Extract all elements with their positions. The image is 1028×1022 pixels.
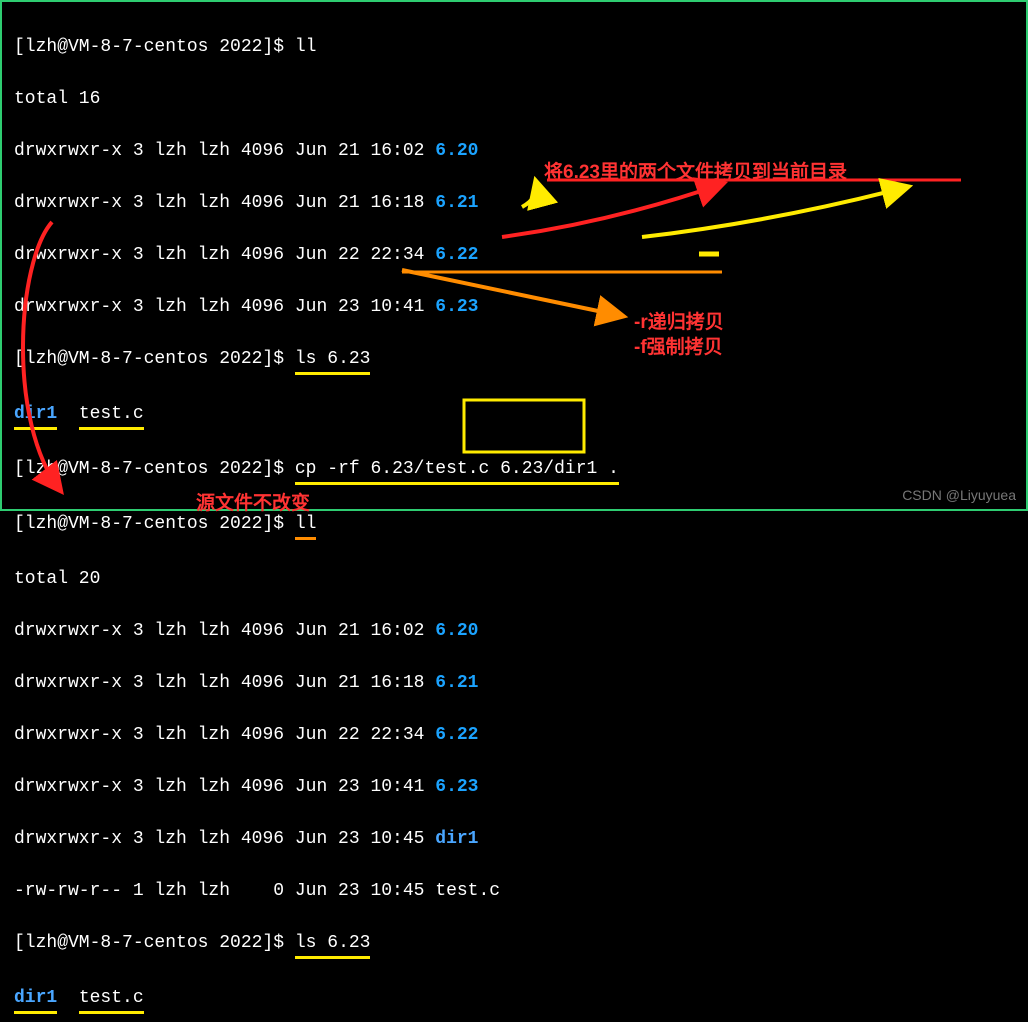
prompt: [lzh@VM-8-7-centos 2022]$ <box>14 933 295 953</box>
prompt-line[interactable]: [lzh@VM-8-7-centos 2022]$ ls 6.23 <box>14 346 1022 375</box>
prompt-line[interactable]: [lzh@VM-8-7-centos 2022]$ ll <box>14 34 1022 60</box>
cmd-ll: ll <box>295 511 317 540</box>
file-row: drwxrwxr-x 3 lzh lzh 4096 Jun 21 16:18 6… <box>14 670 1022 696</box>
ls-output: dir1 test.c <box>14 401 1022 430</box>
file-meta: drwxrwxr-x 3 lzh lzh 4096 Jun 23 10:41 <box>14 777 435 797</box>
file-meta: drwxrwxr-x 3 lzh lzh 4096 Jun 21 16:18 <box>14 673 435 693</box>
total-line: total 20 <box>14 566 1022 592</box>
dir-name: 6.21 <box>435 673 478 693</box>
cmd-cp: cp -rf 6.23/test.c 6.23/dir1 . <box>295 456 619 485</box>
terminal-output: [lzh@VM-8-7-centos 2022]$ ll total 16 dr… <box>2 2 1026 1022</box>
ls-output: dir1 test.c <box>14 985 1022 1014</box>
file-meta: drwxrwxr-x 3 lzh lzh 4096 Jun 21 16:02 <box>14 621 435 641</box>
prompt: [lzh@VM-8-7-centos 2022]$ <box>14 37 295 57</box>
dir-name: 6.21 <box>435 193 478 213</box>
watermark: CSDN @Liyuyuea <box>902 487 1016 503</box>
file-row: drwxrwxr-x 3 lzh lzh 4096 Jun 23 10:45 d… <box>14 826 1022 852</box>
file-row: drwxrwxr-x 3 lzh lzh 4096 Jun 23 10:41 6… <box>14 774 1022 800</box>
prompt: [lzh@VM-8-7-centos 2022]$ <box>14 459 295 479</box>
dir-name: 6.23 <box>435 297 478 317</box>
file-row: drwxrwxr-x 3 lzh lzh 4096 Jun 23 10:41 6… <box>14 294 1022 320</box>
dir-name: 6.20 <box>435 141 478 161</box>
dir1-dir: dir1 <box>14 985 57 1014</box>
file-row: drwxrwxr-x 3 lzh lzh 4096 Jun 21 16:02 6… <box>14 138 1022 164</box>
dir-name: 6.22 <box>435 245 478 265</box>
file-meta: drwxrwxr-x 3 lzh lzh 4096 Jun 23 10:41 <box>14 297 435 317</box>
dir1-dir: dir1 <box>14 401 57 430</box>
prompt: [lzh@VM-8-7-centos 2022]$ <box>14 514 295 534</box>
cmd-ls: ls 6.23 <box>295 346 371 375</box>
file-row: drwxrwxr-x 3 lzh lzh 4096 Jun 21 16:02 6… <box>14 618 1022 644</box>
file-meta: drwxrwxr-x 3 lzh lzh 4096 Jun 21 16:18 <box>14 193 435 213</box>
dir-name: dir1 <box>435 829 478 849</box>
file-meta: drwxrwxr-x 3 lzh lzh 4096 Jun 21 16:02 <box>14 141 435 161</box>
prompt: [lzh@VM-8-7-centos 2022]$ <box>14 349 295 369</box>
cmd-ll: ll <box>295 37 317 57</box>
file-row: drwxrwxr-x 3 lzh lzh 4096 Jun 21 16:18 6… <box>14 190 1022 216</box>
file-meta: drwxrwxr-x 3 lzh lzh 4096 Jun 22 22:34 <box>14 725 435 745</box>
file-meta: -rw-rw-r-- 1 lzh lzh 0 Jun 23 10:45 <box>14 881 435 901</box>
file-row: drwxrwxr-x 3 lzh lzh 4096 Jun 22 22:34 6… <box>14 722 1022 748</box>
file-row: drwxrwxr-x 3 lzh lzh 4096 Jun 22 22:34 6… <box>14 242 1022 268</box>
file-meta: drwxrwxr-x 3 lzh lzh 4096 Jun 23 10:45 <box>14 829 435 849</box>
file-meta: drwxrwxr-x 3 lzh lzh 4096 Jun 22 22:34 <box>14 245 435 265</box>
prompt-line[interactable]: [lzh@VM-8-7-centos 2022]$ ls 6.23 <box>14 930 1022 959</box>
file-name: test.c <box>435 881 500 901</box>
testc-file: test.c <box>79 985 144 1014</box>
file-row: -rw-rw-r-- 1 lzh lzh 0 Jun 23 10:45 test… <box>14 878 1022 904</box>
total-line: total 16 <box>14 86 1022 112</box>
testc-file: test.c <box>79 401 144 430</box>
cmd-ls: ls 6.23 <box>295 930 371 959</box>
prompt-line[interactable]: [lzh@VM-8-7-centos 2022]$ cp -rf 6.23/te… <box>14 456 1022 485</box>
dir-name: 6.23 <box>435 777 478 797</box>
dir-name: 6.22 <box>435 725 478 745</box>
prompt-line[interactable]: [lzh@VM-8-7-centos 2022]$ ll <box>14 511 1022 540</box>
dir-name: 6.20 <box>435 621 478 641</box>
